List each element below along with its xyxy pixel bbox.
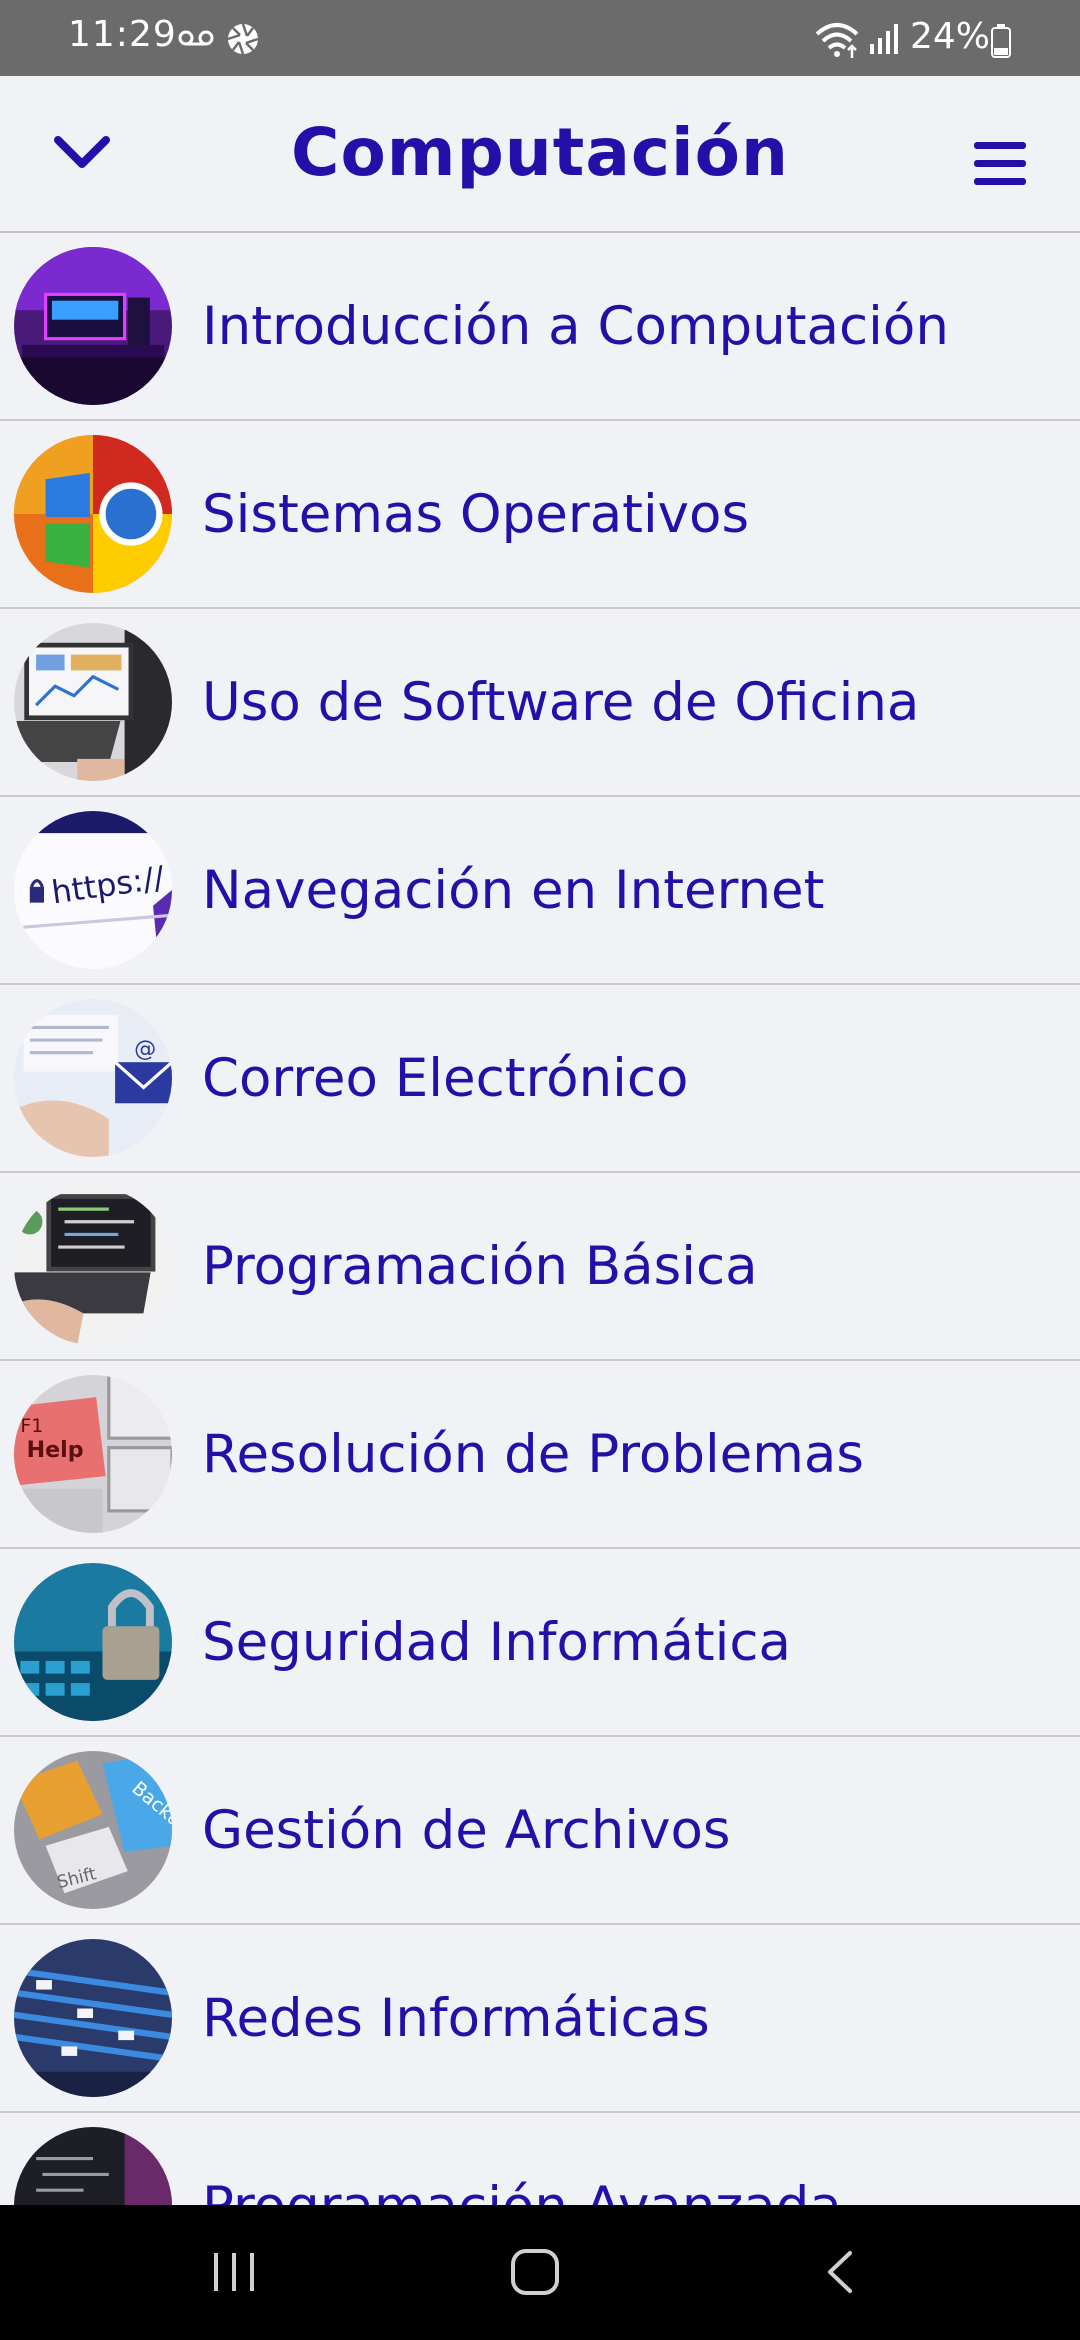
topic-item[interactable]: @ Correo Electrónico bbox=[0, 985, 1080, 1173]
topic-item[interactable]: Programación Básica bbox=[0, 1173, 1080, 1361]
topic-label: Introducción a Computación bbox=[202, 295, 949, 357]
battery-icon bbox=[991, 24, 1011, 58]
topic-label: Programación Avanzada bbox=[202, 2176, 842, 2206]
wifi-icon bbox=[815, 23, 859, 58]
topic-label: Navegación en Internet bbox=[202, 859, 825, 921]
f1-help-key-thumbnail: F1 Help bbox=[14, 1375, 172, 1533]
backup-key-thumbnail: Backup Shift bbox=[14, 1751, 172, 1909]
topic-item[interactable]: F1 Help Resolución de Problemas bbox=[0, 1361, 1080, 1549]
svg-text:F1: F1 bbox=[20, 1415, 43, 1437]
topic-item[interactable]: Redes Informáticas bbox=[0, 1925, 1080, 2113]
laptop-office-thumbnail bbox=[14, 623, 172, 781]
back-button[interactable] bbox=[822, 2245, 858, 2299]
topic-label: Correo Electrónico bbox=[202, 1047, 689, 1109]
recent-apps-icon bbox=[214, 2253, 254, 2291]
topic-label: Redes Informáticas bbox=[202, 1987, 710, 2049]
gaming-desk-thumbnail bbox=[14, 247, 172, 405]
svg-text:@: @ bbox=[134, 1036, 156, 1062]
system-nav-bar bbox=[0, 2205, 1080, 2340]
page-title: Computación bbox=[291, 114, 789, 191]
voicemail-icon bbox=[178, 30, 214, 46]
topic-item[interactable]: Sistemas Operativos bbox=[0, 421, 1080, 609]
email-laptop-thumbnail: @ bbox=[14, 999, 172, 1157]
https-url-thumbnail: https:// bbox=[14, 811, 172, 969]
topic-list[interactable]: Introducción a Computación Sistemas Oper… bbox=[0, 233, 1080, 2205]
hamburger-menu-icon bbox=[974, 142, 1026, 185]
home-button[interactable] bbox=[508, 2245, 564, 2299]
coding-laptop-thumbnail bbox=[14, 1187, 172, 1345]
network-cables-thumbnail bbox=[14, 1939, 172, 2097]
padlock-keyboard-thumbnail bbox=[14, 1563, 172, 1721]
topic-label: Uso de Software de Oficina bbox=[202, 671, 920, 733]
app-header: Computación bbox=[0, 76, 1080, 233]
topic-item[interactable]: Uso de Software de Oficina bbox=[0, 609, 1080, 797]
menu-button[interactable] bbox=[962, 136, 1038, 196]
topic-label: Sistemas Operativos bbox=[202, 483, 750, 545]
topic-label: Resolución de Problemas bbox=[202, 1423, 865, 1485]
topic-label: Programación Básica bbox=[202, 1235, 758, 1297]
signal-icon bbox=[870, 24, 898, 54]
os-logos-thumbnail bbox=[14, 435, 172, 593]
topic-label: Seguridad Informática bbox=[202, 1611, 792, 1673]
back-icon bbox=[828, 2251, 852, 2293]
topic-label: Gestión de Archivos bbox=[202, 1799, 731, 1861]
svg-text:Help: Help bbox=[27, 1437, 84, 1463]
shutter-icon bbox=[227, 23, 259, 55]
topic-item[interactable]: Programación Avanzada bbox=[0, 2113, 1080, 2205]
topic-item[interactable]: https:// Navegación en Internet bbox=[0, 797, 1080, 985]
battery-percentage: 24% bbox=[910, 16, 991, 57]
status-time: 11:29 bbox=[68, 14, 177, 55]
topic-item[interactable]: Introducción a Computación bbox=[0, 233, 1080, 421]
home-icon bbox=[511, 2249, 559, 2295]
topic-item[interactable]: Seguridad Informática bbox=[0, 1549, 1080, 1737]
code-screen-thumbnail bbox=[14, 2127, 172, 2205]
topic-item[interactable]: Backup Shift Gestión de Archivos bbox=[0, 1737, 1080, 1925]
recent-apps-button[interactable] bbox=[210, 2245, 260, 2299]
status-bar: 11:29 24% bbox=[0, 0, 1080, 76]
